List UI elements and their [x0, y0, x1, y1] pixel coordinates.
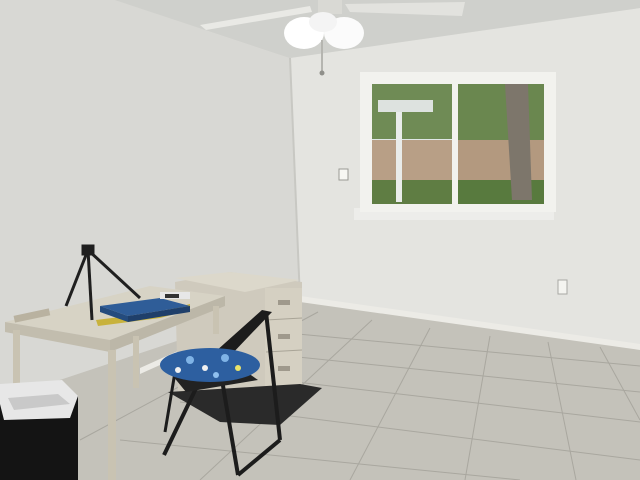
wall-outlet [557, 279, 568, 295]
trash-can [0, 380, 78, 480]
window [354, 72, 556, 220]
room-photo [0, 0, 640, 480]
thermostat [338, 168, 349, 181]
blue-cushion [160, 348, 260, 382]
